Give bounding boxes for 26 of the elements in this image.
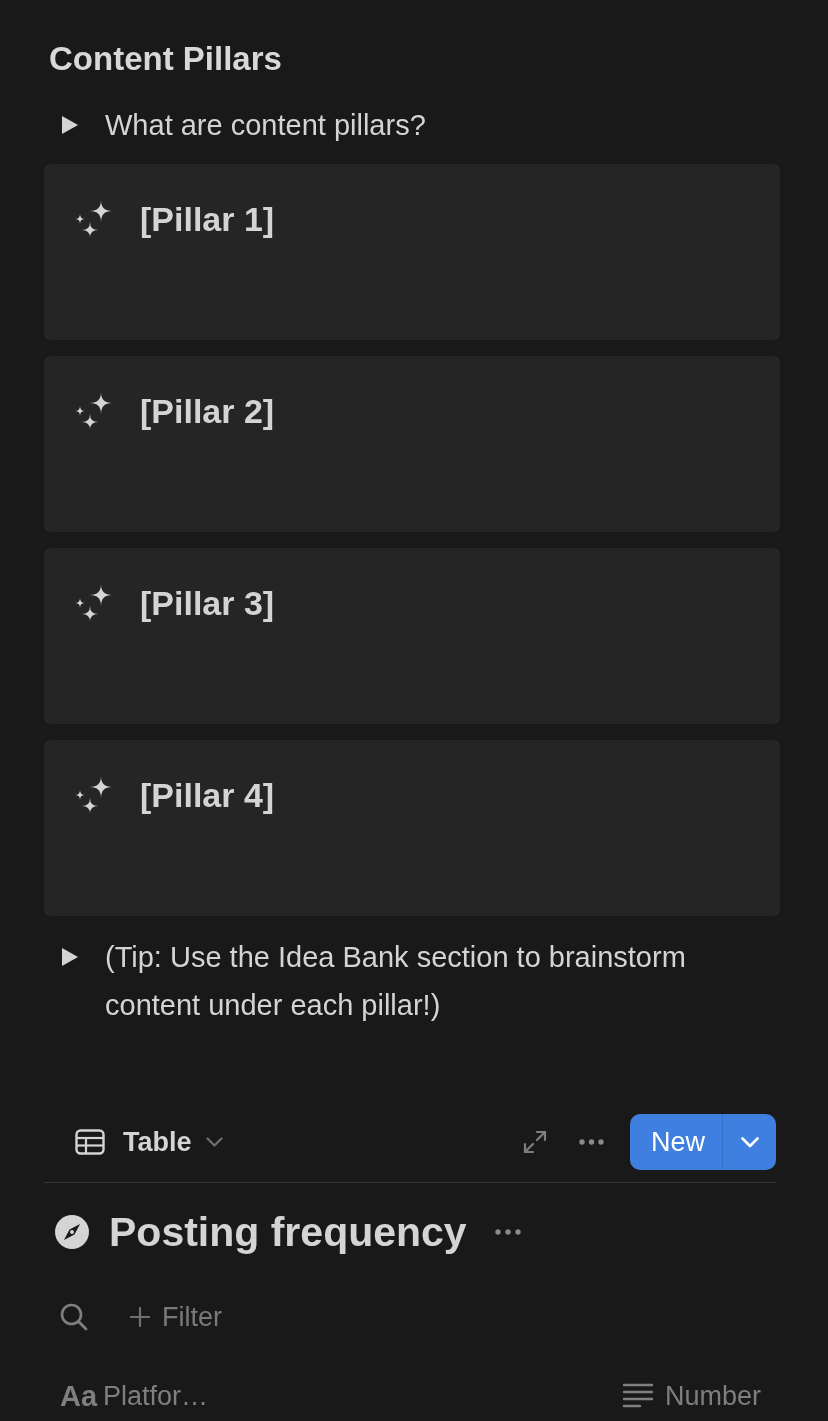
toggle-label: What are content pillars? [105, 108, 426, 143]
expand-icon[interactable] [523, 1130, 547, 1154]
filter-button[interactable]: Filter [130, 1301, 222, 1333]
database-title: Posting frequency [109, 1208, 467, 1257]
column-header[interactable]: Number [622, 1380, 780, 1412]
pillar-title: [Pillar 2] [140, 392, 275, 430]
lines-icon [622, 1383, 654, 1409]
more-icon[interactable] [579, 1139, 604, 1145]
pillar-title: [Pillar 3] [140, 584, 275, 622]
toggle-label: (Tip: Use the Idea Bank section to brainstorm content under each pillar!) [105, 940, 687, 1023]
more-icon[interactable] [494, 1229, 521, 1235]
chevron-down-icon [205, 1137, 223, 1147]
title-type-icon: Aa [60, 1379, 98, 1413]
plus-icon [130, 1307, 150, 1327]
search-icon[interactable] [60, 1303, 88, 1331]
table-icon [75, 1129, 105, 1155]
chevron-down-icon [740, 1136, 759, 1148]
column-header[interactable]: Aa Platfor… [60, 1379, 622, 1413]
pillar-title: [Pillar 1] [140, 200, 275, 238]
compass-icon [55, 1215, 89, 1249]
pillar-title: [Pillar 4] [140, 776, 275, 814]
new-button[interactable]: New [630, 1114, 722, 1170]
view-tab[interactable]: Table [75, 1126, 223, 1158]
page-heading: Content Pillars [49, 39, 282, 79]
toggle-triangle-icon[interactable] [62, 948, 78, 966]
toggle-triangle-icon[interactable] [62, 116, 78, 134]
